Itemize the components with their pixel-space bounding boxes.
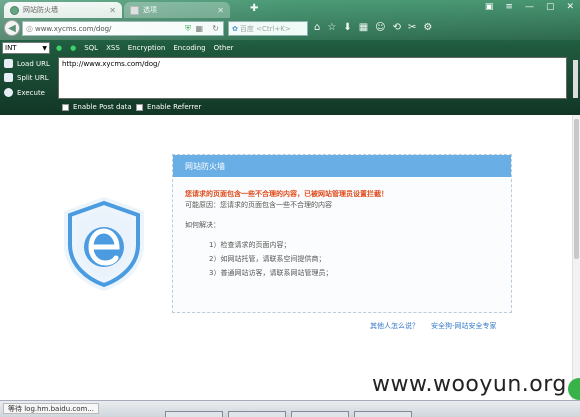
settings-icon[interactable]: ⚙ [423,22,432,33]
others-say-link[interactable]: 其他人怎么说？ [370,321,419,331]
load-url-label: Load URL [17,59,50,68]
screenshot-icon[interactable]: ✂ [408,22,416,33]
tab-firewall[interactable]: 网站防火墙 ✕ [4,2,122,18]
panel-title: 网站防火墙 [173,155,511,177]
footer-links: 其他人怎么说？ 安全狗-网站安全专家 [370,321,497,331]
baidu-search-icon: ✿ [232,24,238,33]
taskbar-button[interactable] [354,411,412,417]
taskbar-button[interactable] [291,411,349,417]
menu-other[interactable]: Other [214,44,234,52]
firewall-panel: 网站防火墙 您请求的页面包含一些不合理的内容，已被网站管理员设置拦截！ 可能原因… [172,154,512,313]
history-icon[interactable]: ⟲ [393,22,401,33]
menu-icon[interactable]: ≡ [505,2,513,12]
favorites-icon[interactable]: ☆ [327,22,336,33]
home-icon[interactable]: ⌂ [314,22,320,33]
toolbar-icons: ⌂ ☆ ⬇ ▦ ☺ ⟲ ✂ ⚙ [314,22,432,33]
hackbar-panel: INT ▼ ● ● SQL XSS Encryption Encoding Ot… [0,40,580,115]
search-input[interactable]: ✿ 百度 <Ctrl+K> [228,21,308,36]
address-text: www.xycms.com/dog/ [34,24,112,33]
menu-xss[interactable]: XSS [106,44,120,52]
refresh-icon[interactable]: ↻ [212,24,219,33]
tab-label: 网站防火墙 [23,6,58,14]
minimize-icon[interactable]: — [525,2,534,12]
load-url-button[interactable]: Load URL [4,59,50,68]
scrollbar-thumb[interactable] [574,119,579,259]
menu-encryption[interactable]: Encryption [128,44,166,52]
firewall-shield-logo [64,197,144,291]
safedog-link[interactable]: 安全狗-网站安全专家 [431,321,497,331]
split-url-button[interactable]: Split URL [4,73,49,82]
page-content: 网站防火墙 您请求的页面包含一些不合理的内容，已被网站管理员设置拦截！ 可能原因… [0,115,580,400]
taskbar-button[interactable] [165,411,223,417]
split-url-icon [4,73,13,82]
solution-step: 2）如网站托管，请联系空间提供商； [209,255,326,263]
menu-sql[interactable]: SQL [84,44,98,52]
tab-close-icon[interactable]: ✕ [217,6,224,15]
tab-options[interactable]: 选项 ✕ [124,2,230,18]
tab-close-icon[interactable]: ✕ [109,6,116,15]
enable-post-data-label: Enable Post data [73,103,132,111]
reason-text: 可能原因：您请求的页面包含一些不合理的内容 [185,201,332,209]
site-favicon-icon [10,5,19,15]
status-dot-icon: ● [70,44,77,52]
globe-icon: ◎ [26,24,33,33]
panel-body: 您请求的页面包含一些不合理的内容，已被网站管理员设置拦截！ 可能原因：您请求的页… [173,177,511,294]
warning-message: 您请求的页面包含一些不合理的内容，已被网站管理员设置拦截！ [185,190,388,198]
checkbox-box [136,103,143,111]
solution-step: 1）检查请求的页面内容； [209,241,291,249]
hackbar-select-value: INT [5,44,17,52]
navigation-bar: ◀ ◎ www.xycms.com/dog/ ⛨ ▦ ↻ ✿ 百度 <Ctrl+… [0,19,580,39]
watermark: www.wooyun.org [372,372,567,397]
chat-icon[interactable]: ☺ [375,22,385,33]
qr-code-icon[interactable]: ▦ [195,24,203,33]
enable-referrer-label: Enable Referrer [147,103,202,111]
status-text: 等待 log.hm.baidu.com... [3,403,100,414]
close-window-icon[interactable]: ✕ [566,2,574,12]
solution-step: 3）普通网站访客，请联系网站管理员； [209,269,333,277]
taskbar-button[interactable] [228,411,286,417]
tab-bar: 网站防火墙 ✕ 选项 ✕ ✚ ▣ ≡ — ▢ ✕ [0,0,580,18]
address-bar[interactable]: ◎ www.xycms.com/dog/ ⛨ ▦ ↻ [22,21,224,36]
menu-encoding[interactable]: Encoding [173,44,205,52]
back-button[interactable]: ◀ [4,20,20,36]
execute-button[interactable]: Execute [4,88,45,97]
browser-chrome: 网站防火墙 ✕ 选项 ✕ ✚ ▣ ≡ — ▢ ✕ ◀ ◎ www.xycms.c… [0,0,580,115]
tab-label: 选项 [143,6,157,14]
page-favicon-icon [130,5,139,15]
split-url-label: Split URL [17,73,49,82]
enable-referrer-checkbox[interactable]: Enable Referrer [136,103,201,111]
security-shield-icon[interactable]: ⛨ [185,24,191,34]
window-controls: ▣ ≡ — ▢ ✕ [485,2,574,12]
checkbox-box [62,103,69,111]
search-placeholder: 百度 <Ctrl+K> [239,24,291,33]
execute-label: Execute [17,88,45,97]
solution-label: 如何解决： [185,221,220,229]
status-dot-icon: ● [56,44,63,52]
maximize-icon[interactable]: ▢ [546,2,555,12]
new-tab-icon[interactable]: ✚ [250,3,258,14]
hackbar-select[interactable]: INT ▼ [2,42,50,54]
execute-icon [4,88,13,97]
load-url-icon [4,59,13,68]
download-icon[interactable]: ⬇ [343,22,351,33]
hackbar-scrollbar[interactable] [573,60,578,98]
hackbar-menu: ● ● SQL XSS Encryption Encoding Other [56,42,234,54]
skin-icon[interactable]: ▣ [485,2,494,12]
apps-icon[interactable]: ▦ [359,22,368,33]
page-scrollbar[interactable] [572,115,580,400]
enable-post-data-checkbox[interactable]: Enable Post data [62,103,132,111]
chevron-down-icon: ▼ [42,44,47,52]
status-bar: 等待 log.hm.baidu.com... [0,400,580,417]
url-textarea[interactable]: http://www.xycms.com/dog/ [58,57,567,99]
